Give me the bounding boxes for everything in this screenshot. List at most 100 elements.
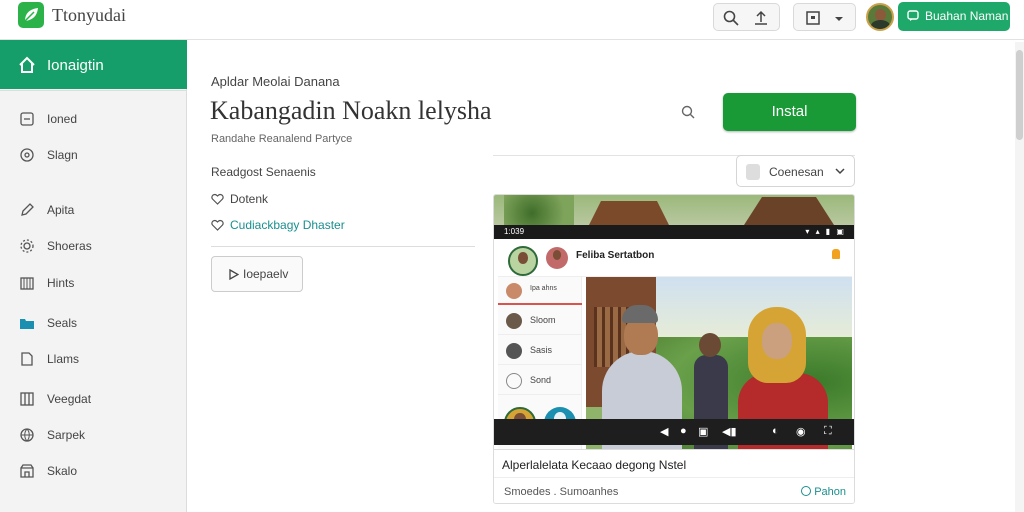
sidebar-item-label: Skalo [47,464,78,478]
footer-link[interactable]: Pahon [801,486,846,498]
sidebar: Ionaigtin Ioned Slagn Apita Shoeras Hint… [0,40,187,512]
caption-text: Alperlalelata Kecaao degong Nstel [502,458,687,472]
avatar [546,247,568,269]
sidebar-item-10[interactable]: Skalo [0,455,187,487]
contact-name: Sond [530,375,552,385]
sidebar-item-home[interactable]: Ionaigtin [0,40,187,89]
sidebar-item-label: Llams [47,352,80,366]
search-icon[interactable] [680,104,696,120]
video-controls: ◀ ● ▣ ◀▮ ◐ ◉ ⛶ [494,419,854,445]
sidebar-item-label: Veegdat [47,392,92,406]
top-primary-button[interactable]: Buahan Naman [898,2,1010,31]
footer-link-label: Pahon [814,486,846,498]
sidebar-item-3[interactable]: Apita [0,194,187,226]
tag-label: Cudiackbagy Dhaster [230,218,345,232]
preview-app: Feliba Sertatbon Ipa ahns Sloom Sasis So… [498,239,852,449]
screenshot-preview[interactable]: 1:039 ▾ ▴ ▮ ▣ Feliba Sertatbon Ipa ahns … [493,194,855,504]
contact-placeholder-icon [506,373,522,389]
heart-icon [211,219,224,231]
divider [211,246,475,247]
sidebar-item-label: Sarpek [47,428,86,442]
home-icon [19,56,35,73]
play-button-label: Ioepaelv [243,267,289,281]
pen-icon [21,203,34,216]
chat-header: Feliba Sertatbon [498,239,852,277]
scrollbar[interactable] [1015,42,1024,512]
next-icon[interactable]: ◀▮ [722,425,737,438]
app-meta: Randahe Reanalend Partyce [211,133,353,145]
contact-name: Sloom [530,315,556,325]
sidebar-item-5[interactable]: Hints [0,267,187,299]
sidebar-item-1[interactable]: Ioned [0,103,187,135]
clock-icon [801,486,812,496]
toolbar-group-search [713,3,780,31]
sidebar-item-2[interactable]: Slagn [0,139,187,171]
list-item: Sond [498,367,582,395]
user-avatar[interactable] [866,3,894,31]
dropdown-arrow-icon[interactable] [830,9,848,27]
language-dropdown[interactable]: Coenesan [736,155,855,187]
sidebar-header-label: Ionaigtin [47,57,104,74]
app-subtitle: Apldar Meolai Danana [211,74,340,89]
phone-icon [746,164,760,180]
app-title: Ttonyudai [52,5,126,25]
sidebar-item-label: Shoeras [47,239,92,253]
chat-title: Feliba Sertatbon [576,250,655,261]
tag-label: Dotenk [230,192,269,206]
sidebar-item-6[interactable]: Seals [0,307,187,339]
columns-icon [20,392,34,406]
preview-backdrop [494,195,854,225]
window-icon[interactable]: ▣ [698,425,708,438]
sidebar-item-label: Ioned [47,112,78,126]
info-icon[interactable]: ◉ [796,425,806,438]
window-icon[interactable] [804,9,822,27]
dot-icon[interactable]: ● [680,425,687,437]
list-item: Sloom [498,307,582,335]
preview-footer: Smoedes . Sumoanhes Pahon [494,477,854,503]
sidebar-divider [0,90,187,91]
globe-icon [20,428,34,442]
app-logo-icon[interactable] [18,2,44,28]
top-primary-button-label: Buahan Naman [925,9,1009,23]
dropdown-value: Coenesan [769,165,824,179]
sidebar-item-label: Hints [47,276,75,290]
folder-icon [20,319,34,329]
page-title: Kabangadin Noakn lelysha [210,96,492,125]
install-button[interactable]: Instal [723,93,856,131]
footer-left-text: Smoedes . Sumoanhes [504,486,619,498]
sidebar-item-7[interactable]: Llams [0,343,187,375]
sidebar-item-9[interactable]: Sarpek [0,419,187,451]
gear-icon [20,239,34,253]
settings-icon[interactable]: ◐ [772,425,779,437]
phone-status-bar: 1:039 ▾ ▴ ▮ ▣ [494,225,854,239]
fullscreen-icon[interactable]: ⛶ [824,425,832,438]
bell-icon [832,249,840,259]
sidebar-item-label: Slagn [47,148,78,162]
section-heading: Readgost Senaenis [211,165,316,179]
toolbar-group-view [793,3,856,31]
contact-name: Ipa ahns [530,285,557,292]
sidebar-item-label: Apita [47,203,75,217]
top-bar: Ttonyudai Buahan Naman [0,0,1024,40]
chevron-down-icon [835,168,845,175]
sidebar-item-4[interactable]: Shoeras [0,230,187,262]
search-icon[interactable] [722,9,740,27]
prev-icon[interactable]: ◀ [660,425,668,438]
play-button[interactable]: Ioepaelv [211,256,303,292]
list-item: Sasis [498,337,582,365]
sidebar-item-8[interactable]: Veegdat [0,383,187,415]
preview-caption: Alperlalelata Kecaao degong Nstel [494,449,854,477]
document-icon [21,352,33,366]
chat-icon [907,10,919,21]
square-icon [20,112,34,126]
status-icons: ▾ ▴ ▮ ▣ [805,227,846,236]
shop-icon [20,464,34,478]
upload-icon[interactable] [752,9,770,27]
list-item: Ipa ahns [498,277,582,305]
sidebar-item-label: Seals [47,316,78,330]
scrollbar-thumb[interactable] [1016,50,1023,140]
building-icon [20,277,34,290]
heart-icon [211,193,224,205]
search-icon [20,148,34,162]
play-icon [229,269,239,280]
